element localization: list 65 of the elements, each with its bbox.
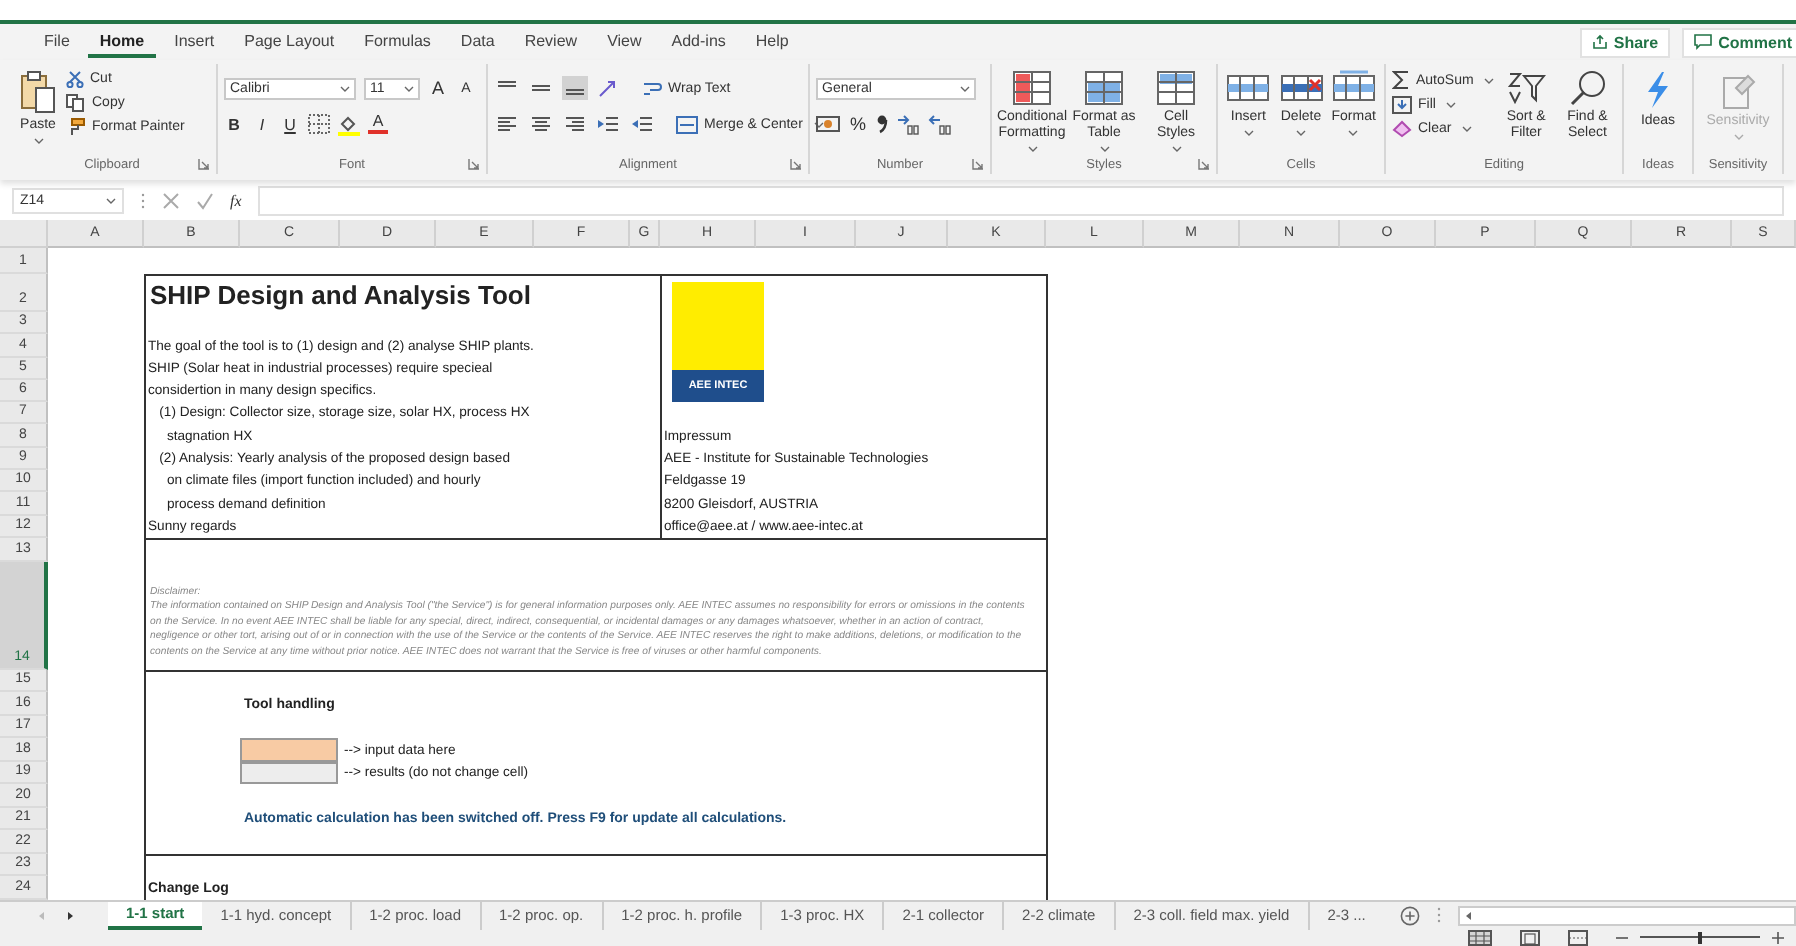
- indent-icon[interactable]: [630, 112, 656, 136]
- underline-button[interactable]: U: [280, 115, 300, 133]
- horizontal-align-icon[interactable]: [562, 112, 588, 136]
- dialog-launcher-icon[interactable]: [1198, 158, 1210, 170]
- clipboard-icon: [18, 70, 58, 114]
- dialog-launcher-icon[interactable]: [198, 158, 210, 170]
- wrap-text-icon: [642, 79, 662, 97]
- table-row-icon: [1226, 70, 1271, 106]
- table-grid-icon: [1012, 70, 1052, 106]
- increase-font-size-button[interactable]: A: [428, 78, 448, 98]
- accounting-format-icon[interactable]: [816, 114, 840, 134]
- ribbon-tab[interactable]: Review: [512, 27, 590, 57]
- eraser-icon: [1392, 120, 1412, 138]
- zoom-in-icon[interactable]: [1772, 929, 1784, 946]
- vertical-align-icon[interactable]: [562, 76, 588, 100]
- table-grid-icon: [1156, 70, 1196, 106]
- dialog-launcher-icon[interactable]: [972, 158, 984, 170]
- copy-icon: [66, 94, 86, 112]
- document-tag-icon: [1720, 70, 1756, 110]
- increase-decimal-icon[interactable]: [896, 113, 920, 135]
- share-button[interactable]: Share: [1579, 27, 1671, 57]
- table-row-icon: [1279, 70, 1323, 106]
- sigma-icon: [1392, 70, 1410, 90]
- ribbon-tab[interactable]: Insert: [162, 27, 227, 57]
- ribbon-tab[interactable]: View: [595, 27, 654, 57]
- ribbon-tab[interactable]: Data: [448, 27, 507, 57]
- paintbrush-icon: [66, 118, 86, 136]
- add-sheet-icon[interactable]: [1399, 905, 1420, 926]
- bold-button[interactable]: B: [224, 115, 244, 133]
- page-break-view-icon[interactable]: [1568, 929, 1588, 946]
- ribbon-tab[interactable]: Help: [743, 27, 801, 57]
- table-grid-icon: [1084, 70, 1124, 106]
- scroll-left-icon[interactable]: [1463, 909, 1474, 922]
- ribbon-tab[interactable]: Add-ins: [659, 27, 738, 57]
- comments-button[interactable]: Comment: [1682, 27, 1796, 57]
- merge-cells-icon: [676, 115, 698, 133]
- horizontal-align-icon[interactable]: [494, 112, 520, 136]
- fill-color-icon[interactable]: [338, 113, 360, 135]
- ribbon-tab[interactable]: Page Layout: [232, 27, 347, 57]
- decrease-decimal-icon[interactable]: [928, 113, 952, 135]
- horizontal-scrollbar[interactable]: [1457, 905, 1796, 926]
- percent-button[interactable]: %: [848, 114, 868, 134]
- insert-function-button[interactable]: fx: [230, 191, 242, 209]
- horizontal-align-icon[interactable]: [528, 112, 554, 136]
- borders-icon[interactable]: [308, 114, 330, 134]
- sort-filter-icon: [1506, 70, 1547, 106]
- italic-button[interactable]: I: [252, 115, 272, 133]
- dialog-launcher-icon[interactable]: [468, 158, 480, 170]
- fill-down-icon: [1392, 96, 1412, 114]
- comma-style-icon[interactable]: [876, 114, 888, 134]
- ribbon-tab[interactable]: Formulas: [352, 27, 443, 57]
- page-layout-view-icon[interactable]: [1520, 929, 1540, 946]
- font-color-button[interactable]: A: [368, 114, 388, 134]
- dialog-launcher-icon[interactable]: [790, 158, 802, 170]
- table-row-icon: [1331, 70, 1376, 106]
- search-icon: [1567, 70, 1608, 106]
- share-icon: [1591, 34, 1608, 50]
- formula-input[interactable]: [257, 185, 1784, 215]
- indent-icon[interactable]: [596, 112, 622, 136]
- scissors-icon: [66, 70, 84, 88]
- lightning-icon: [1642, 70, 1674, 110]
- ribbon-tab[interactable]: File: [32, 27, 82, 57]
- sheet-title: SHIP Design and Analysis Tool: [148, 280, 533, 312]
- comment-icon: [1694, 34, 1713, 50]
- next-sheet-icon[interactable]: [64, 909, 76, 922]
